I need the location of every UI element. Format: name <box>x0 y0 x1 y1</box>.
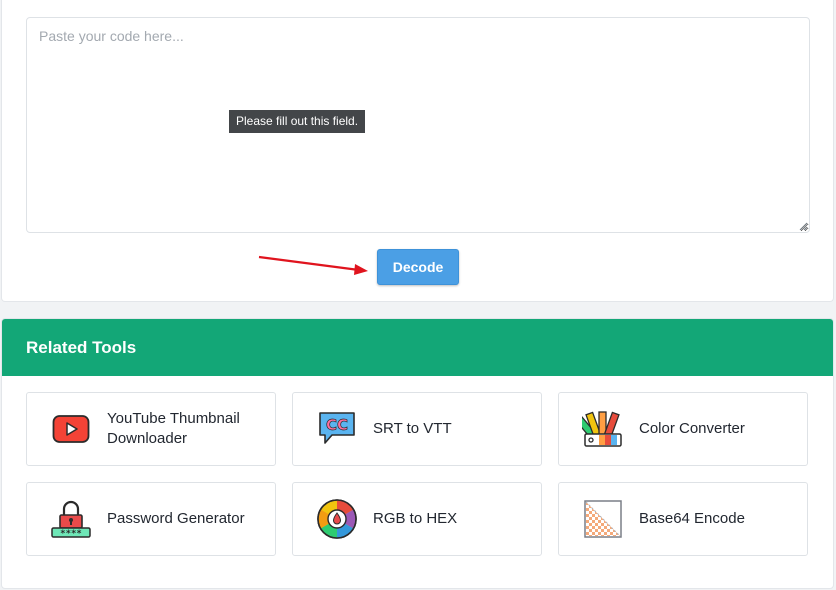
tool-label: RGB to HEX <box>373 510 458 527</box>
decode-button[interactable]: Decode <box>377 249 459 285</box>
svg-text:CC: CC <box>326 416 348 434</box>
tool-label: SRT to VTT <box>373 420 452 437</box>
code-input[interactable] <box>26 17 810 233</box>
youtube-icon <box>50 408 92 450</box>
padlock-icon: **** <box>50 498 92 540</box>
tool-card-rgb-to-hex[interactable]: RGB to HEX <box>292 482 542 556</box>
tool-card-color-converter[interactable]: Color Converter <box>558 392 808 466</box>
decoder-panel: Please fill out this field. Decode <box>1 0 834 302</box>
related-tools-panel: Related Tools YouTube Thumbnail Download… <box>1 318 834 589</box>
tool-label: Color Converter <box>639 420 745 437</box>
color-wheel-icon <box>316 498 358 540</box>
tool-label: Password Generator <box>107 510 245 527</box>
cc-subtitle-icon: CC <box>316 408 358 450</box>
tool-label: YouTube Thumbnail Downloader <box>107 410 240 447</box>
related-tools-title: Related Tools <box>2 319 833 376</box>
validation-tooltip: Please fill out this field. <box>229 110 366 133</box>
svg-text:****: **** <box>60 529 82 539</box>
tool-card-password-generator[interactable]: **** Password Generator <box>26 482 276 556</box>
resize-grip-icon[interactable] <box>799 222 808 231</box>
red-arrow-annotation <box>258 255 368 275</box>
color-palette-icon <box>582 408 624 450</box>
tool-card-srt-to-vtt[interactable]: CC SRT to VTT <box>292 392 542 466</box>
tool-card-base64-encode[interactable]: Base64 Encode <box>558 482 808 556</box>
image-encode-icon <box>582 498 624 540</box>
tool-card-youtube-thumbnail[interactable]: YouTube Thumbnail Downloader <box>26 392 276 466</box>
tool-label: Base64 Encode <box>639 510 745 527</box>
